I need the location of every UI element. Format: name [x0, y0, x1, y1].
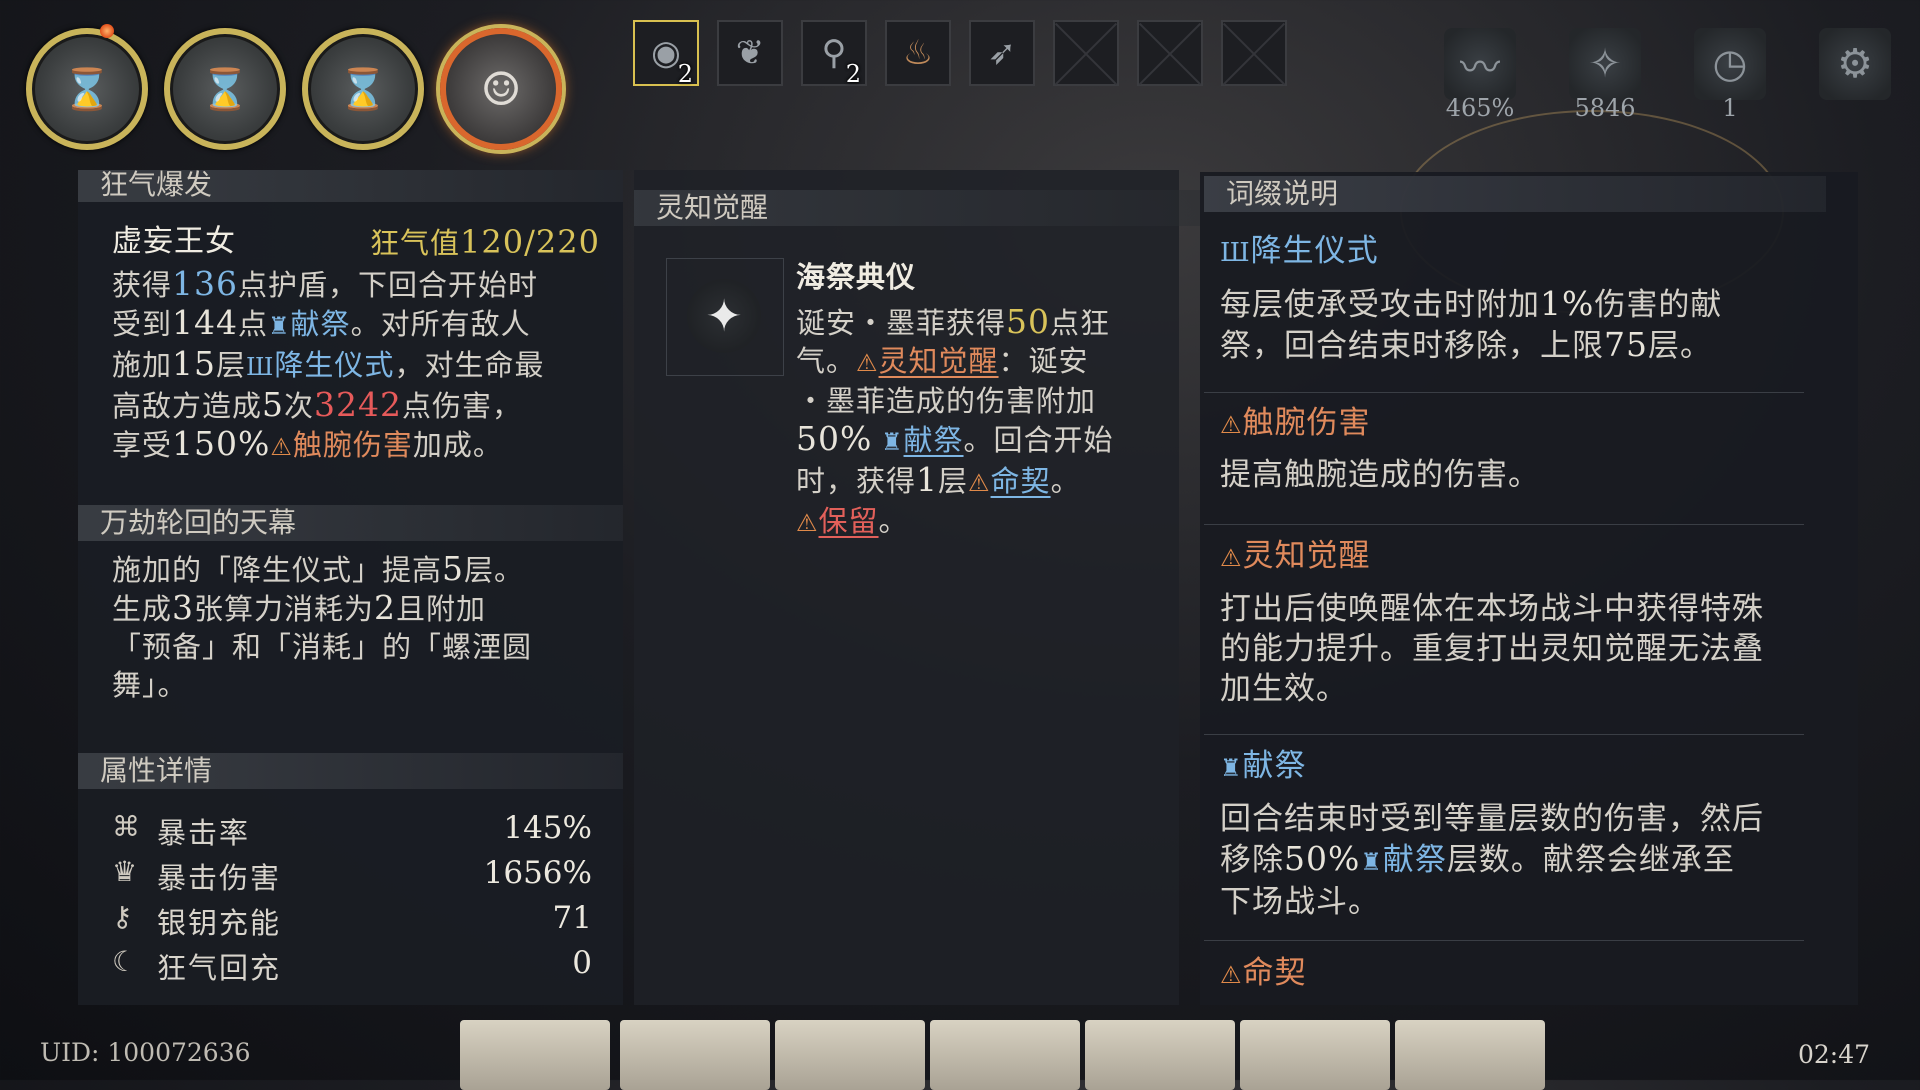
warning-icon: ⚠ [796, 509, 819, 537]
madness-meter: 狂气值120/220 [370, 223, 600, 262]
madness-label: 狂气值 [370, 226, 461, 260]
warning-icon: ⚠ [856, 349, 879, 377]
madness-value: 120/220 [460, 223, 600, 261]
right-panel: 词缀说明 Ш降生仪式 每层使承受攻击时附加1%伤害的献 祭，回合结束时移除，上限… [1200, 172, 1858, 1005]
flame-marker-icon [100, 24, 114, 38]
hourglass-icon: ⌛ [200, 66, 250, 113]
gear-icon: ⚙ [1819, 28, 1891, 100]
affix-desc-tentacle-damage: 提高触腕造成的伤害。 [1220, 457, 1540, 493]
affix-title-sacrifice: ♜献祭 [1220, 748, 1307, 784]
affix-desc-sacrifice: 回合结束时受到等量层数的伤害，然后 移除50%♜献祭层数。献祭会继承至 下场战斗… [1220, 801, 1764, 920]
telescope-relic-icon: ⚲ [821, 33, 847, 73]
hourglass-icon: ⌛ [338, 66, 388, 113]
relic-slot-2[interactable]: ❦ [717, 20, 783, 86]
skill-name: 海祭典仪 [796, 260, 917, 294]
user-id: UID: 100072636 [40, 1038, 251, 1067]
relic-slot-5[interactable]: ➶ [969, 20, 1035, 86]
top-bar: ⌛ ⌛ ⌛ ☺ ◉ 2 ❦ ⚲ 2 ♨ ➶ 〰 465% ✧ 5846 ◷ 1 [0, 0, 1920, 150]
hourglass-portrait-3[interactable]: ⌛ [302, 28, 424, 150]
divider [1204, 734, 1804, 735]
madness-regen-icon: ☾ [112, 945, 138, 978]
divider [1204, 940, 1804, 941]
birth-rite-icon: Ш [1220, 238, 1251, 268]
birth-rite-icon: Ш [246, 353, 275, 381]
crit-rate-icon: ⌘ [112, 810, 140, 843]
burst-description: 获得136点护盾，下回合开始时 受到144点♜献祭。对所有敌人 施加15层Ш降生… [112, 264, 545, 463]
warning-icon: ⚠ [270, 433, 293, 461]
warning-icon: ⚠ [1220, 544, 1243, 572]
section-title-attributes: 属性详情 [78, 753, 623, 789]
turn-value: 1 [1722, 94, 1738, 122]
shard-stat[interactable]: ✧ 5846 [1560, 28, 1650, 122]
attr-row-silver-key: ⚷ 银钥充能 71 [112, 900, 592, 940]
affix-desc-awakening: 打出后使唤醒体在本场战斗中获得特殊 的能力提升。重复打出灵知觉醒无法叠 加生效。 [1220, 591, 1764, 707]
affix-title-awakening: ⚠灵知觉醒 [1220, 538, 1371, 574]
skill-icon-frame: ✦ [666, 258, 784, 376]
left-panel: 狂气爆发 虚妄王女 狂气值120/220 获得136点护盾，下回合开始时 受到1… [78, 170, 623, 1005]
character-face-icon: ☺ [480, 62, 522, 116]
hourglass-icon: ⌛ [62, 66, 112, 113]
sacrifice-icon: ♜ [268, 312, 291, 340]
attr-row-crit-damage: ♛ 暴击伤害 1656% [112, 855, 592, 895]
flame-bottle-relic-icon: ♨ [902, 33, 934, 73]
silver-key-icon: ⚷ [112, 900, 133, 933]
shard-value: 5846 [1574, 94, 1636, 122]
settings-button[interactable]: ⚙ [1810, 28, 1900, 100]
feather-relic-icon: ➶ [987, 33, 1017, 73]
keyword-pact-link[interactable]: 命契 [991, 464, 1051, 498]
sacrifice-icon: ♜ [1220, 754, 1243, 782]
attr-row-crit-rate: ⌘ 暴击率 145% [112, 810, 592, 850]
keyword-sacrifice-link[interactable]: 献祭 [904, 423, 964, 457]
section-title-awakening: 灵知觉醒 [634, 190, 1201, 226]
section-title-burst: 狂气爆发 [78, 170, 623, 202]
pulse-icon: 〰 [1444, 28, 1516, 100]
orb-relic-icon: ◉ [651, 33, 681, 73]
affix-title-birth-rite: Ш降生仪式 [1220, 233, 1379, 269]
section-title-sky: 万劫轮回的天幕 [78, 505, 623, 541]
relic-count: 2 [677, 60, 693, 88]
section-title-affix: 词缀说明 [1204, 176, 1826, 212]
warning-icon: ⚠ [968, 469, 991, 497]
crit-damage-icon: ♛ [112, 855, 138, 888]
hourglass-portrait-1[interactable]: ⌛ [26, 28, 148, 150]
affix-desc-birth-rite: 每层使承受攻击时附加1%伤害的献 祭，回合结束时移除，上限75层。 [1220, 284, 1723, 364]
wings-relic-icon: ❦ [735, 33, 765, 73]
relic-slot-3[interactable]: ⚲ 2 [801, 20, 867, 88]
relic-slot-empty-7[interactable] [1137, 20, 1203, 86]
divider [1204, 524, 1804, 525]
turn-stat[interactable]: ◷ 1 [1685, 28, 1775, 122]
time-display: 02:47 [1798, 1040, 1871, 1069]
middle-panel: 灵知觉醒 ✦ 海祭典仪 诞安・墨菲获得50点狂 气。⚠灵知觉醒：诞安 ・墨菲造成… [634, 170, 1201, 1005]
sky-description: 施加的「降生仪式」提高5层。 生成3张算力消耗为2且附加 「预备」和「消耗」的「… [112, 549, 533, 703]
relic-count: 2 [845, 60, 861, 88]
hourglass-portrait-2[interactable]: ⌛ [164, 28, 286, 150]
card-name: 虚妄王女 [112, 224, 236, 259]
skill-description: 诞安・墨菲获得50点狂 气。⚠灵知觉醒：诞安 ・墨菲造成的伤害附加 50% ♜献… [796, 302, 1114, 539]
keyword-awakening-link[interactable]: 灵知觉醒 [879, 344, 999, 378]
head-spark-icon: ✦ [687, 279, 761, 353]
shard-icon: ✧ [1569, 28, 1641, 100]
clock-icon: ◷ [1694, 28, 1766, 100]
attr-row-madness-regen: ☾ 狂气回充 0 [112, 945, 592, 985]
pulse-stat[interactable]: 〰 465% [1435, 28, 1525, 122]
pulse-value: 465% [1445, 94, 1515, 122]
character-portrait-active[interactable]: ☺ [440, 28, 562, 150]
warning-icon: ⚠ [1220, 411, 1243, 439]
affix-title-tentacle-damage: ⚠触腕伤害 [1220, 405, 1371, 441]
relic-slot-1[interactable]: ◉ 2 [633, 20, 699, 88]
sacrifice-icon: ♜ [872, 428, 904, 456]
sacrifice-icon: ♜ [1360, 848, 1383, 876]
affix-title-pact: ⚠命契 [1220, 955, 1307, 991]
relic-slot-4[interactable]: ♨ [885, 20, 951, 86]
relic-slot-empty-6[interactable] [1053, 20, 1119, 86]
divider [1204, 392, 1804, 393]
warning-icon: ⚠ [1220, 961, 1243, 989]
keyword-retain-link[interactable]: 保留 [819, 504, 879, 538]
relic-slot-empty-8[interactable] [1221, 20, 1287, 86]
